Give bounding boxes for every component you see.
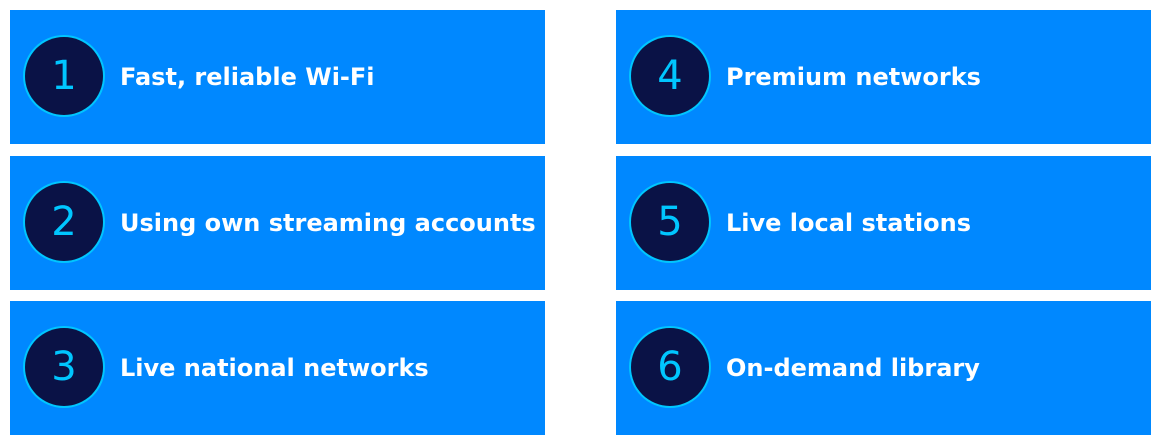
- badge-number: 4: [657, 53, 683, 99]
- feature-label: Live local stations: [726, 209, 972, 237]
- feature-card-on-demand-library: 6 On-demand library: [616, 301, 1151, 435]
- number-badge: 4: [631, 37, 709, 115]
- number-badge: 1: [25, 37, 103, 115]
- feature-label: On-demand library: [726, 354, 980, 382]
- badge-number: 1: [51, 53, 77, 99]
- number-badge: 2: [25, 183, 103, 261]
- number-badge: 3: [25, 328, 103, 406]
- feature-card-national-networks: 3 Live national networks: [10, 301, 545, 435]
- feature-card-streaming-accounts: 2 Using own streaming accounts: [10, 156, 545, 290]
- badge-number: 5: [657, 199, 683, 245]
- number-badge: 6: [631, 328, 709, 406]
- feature-label: Using own streaming accounts: [120, 209, 536, 237]
- number-badge: 5: [631, 183, 709, 261]
- badge-number: 3: [51, 344, 77, 390]
- feature-label: Premium networks: [726, 63, 981, 91]
- feature-label: Live national networks: [120, 354, 429, 382]
- badge-number: 6: [657, 344, 683, 390]
- feature-card-wifi: 1 Fast, reliable Wi-Fi: [10, 10, 545, 144]
- badge-number: 2: [51, 199, 77, 245]
- feature-card-premium-networks: 4 Premium networks: [616, 10, 1151, 144]
- feature-label: Fast, reliable Wi-Fi: [120, 63, 375, 91]
- feature-card-local-stations: 5 Live local stations: [616, 156, 1151, 290]
